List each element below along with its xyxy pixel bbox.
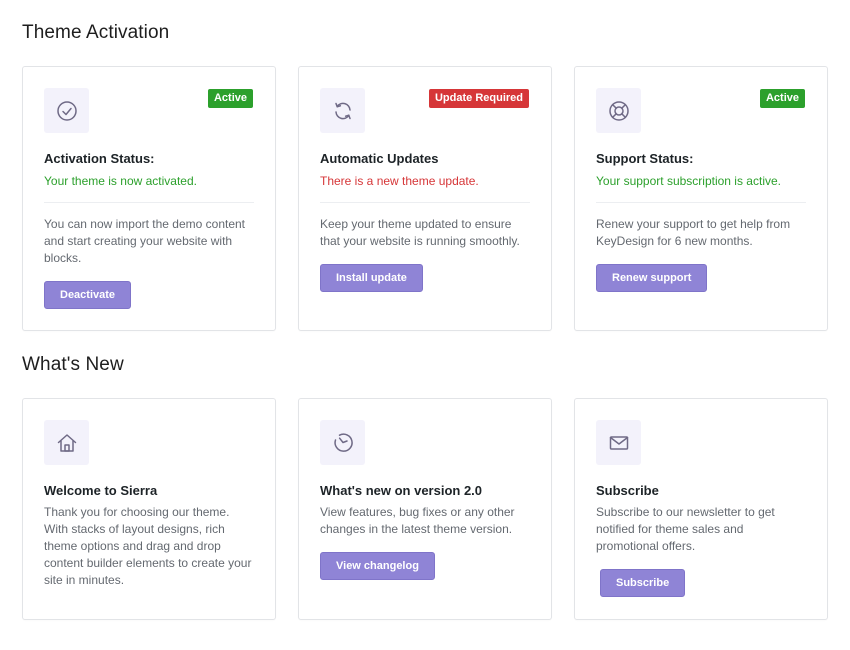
status-text: Your support subscription is active. <box>596 174 781 188</box>
divider <box>596 202 806 203</box>
divider <box>320 202 530 203</box>
activation-status-card: Active Activation Status: Your theme is … <box>22 66 276 331</box>
status-badge-update-required: Update Required <box>428 89 529 108</box>
changelog-card: What's new on version 2.0 View features,… <box>298 398 552 620</box>
check-circle-icon <box>44 88 89 133</box>
theme-dashboard: Theme Activation Active Activation Statu… <box>0 0 850 650</box>
envelope-icon <box>596 420 641 465</box>
card-description: You can now import the demo content and … <box>44 217 246 265</box>
status-text: Your theme is now activated. <box>44 174 197 188</box>
status-badge-active: Active <box>759 89 805 108</box>
renew-support-button[interactable]: Renew support <box>596 264 708 292</box>
card-title: Welcome to Sierra <box>44 483 158 498</box>
welcome-card: Welcome to Sierra Thank you for choosing… <box>22 398 276 620</box>
card-title: Support Status: <box>596 151 694 166</box>
view-changelog-button[interactable]: View changelog <box>320 552 435 580</box>
lifebuoy-icon <box>596 88 641 133</box>
install-update-button[interactable]: Install update <box>320 264 423 292</box>
card-description: View features, bug fixes or any other ch… <box>320 505 515 536</box>
subscribe-button[interactable]: Subscribe <box>600 569 686 597</box>
card-title: Subscribe <box>596 483 659 498</box>
support-status-card: Active Support Status: Your support subs… <box>574 66 828 331</box>
status-badge-active: Active <box>207 89 253 108</box>
home-icon <box>44 420 89 465</box>
status-text: There is a new theme update. <box>320 174 479 188</box>
divider <box>44 202 254 203</box>
history-icon <box>320 420 365 465</box>
section-title-whats-new: What's New <box>22 354 124 375</box>
card-description: Keep your theme updated to ensure that y… <box>320 217 520 248</box>
automatic-updates-card: Update Required Automatic Updates There … <box>298 66 552 331</box>
subscribe-card: Subscribe Subscribe to our newsletter to… <box>574 398 828 620</box>
deactivate-button[interactable]: Deactivate <box>44 281 132 309</box>
card-description: Thank you for choosing our theme. With s… <box>44 505 252 587</box>
card-description: Renew your support to get help from KeyD… <box>596 217 791 248</box>
card-description: Subscribe to our newsletter to get notif… <box>596 505 775 553</box>
card-title: Automatic Updates <box>320 151 439 166</box>
section-title-theme-activation: Theme Activation <box>22 22 170 43</box>
refresh-icon <box>320 88 365 133</box>
card-title: Activation Status: <box>44 151 155 166</box>
card-title: What's new on version 2.0 <box>320 483 483 498</box>
